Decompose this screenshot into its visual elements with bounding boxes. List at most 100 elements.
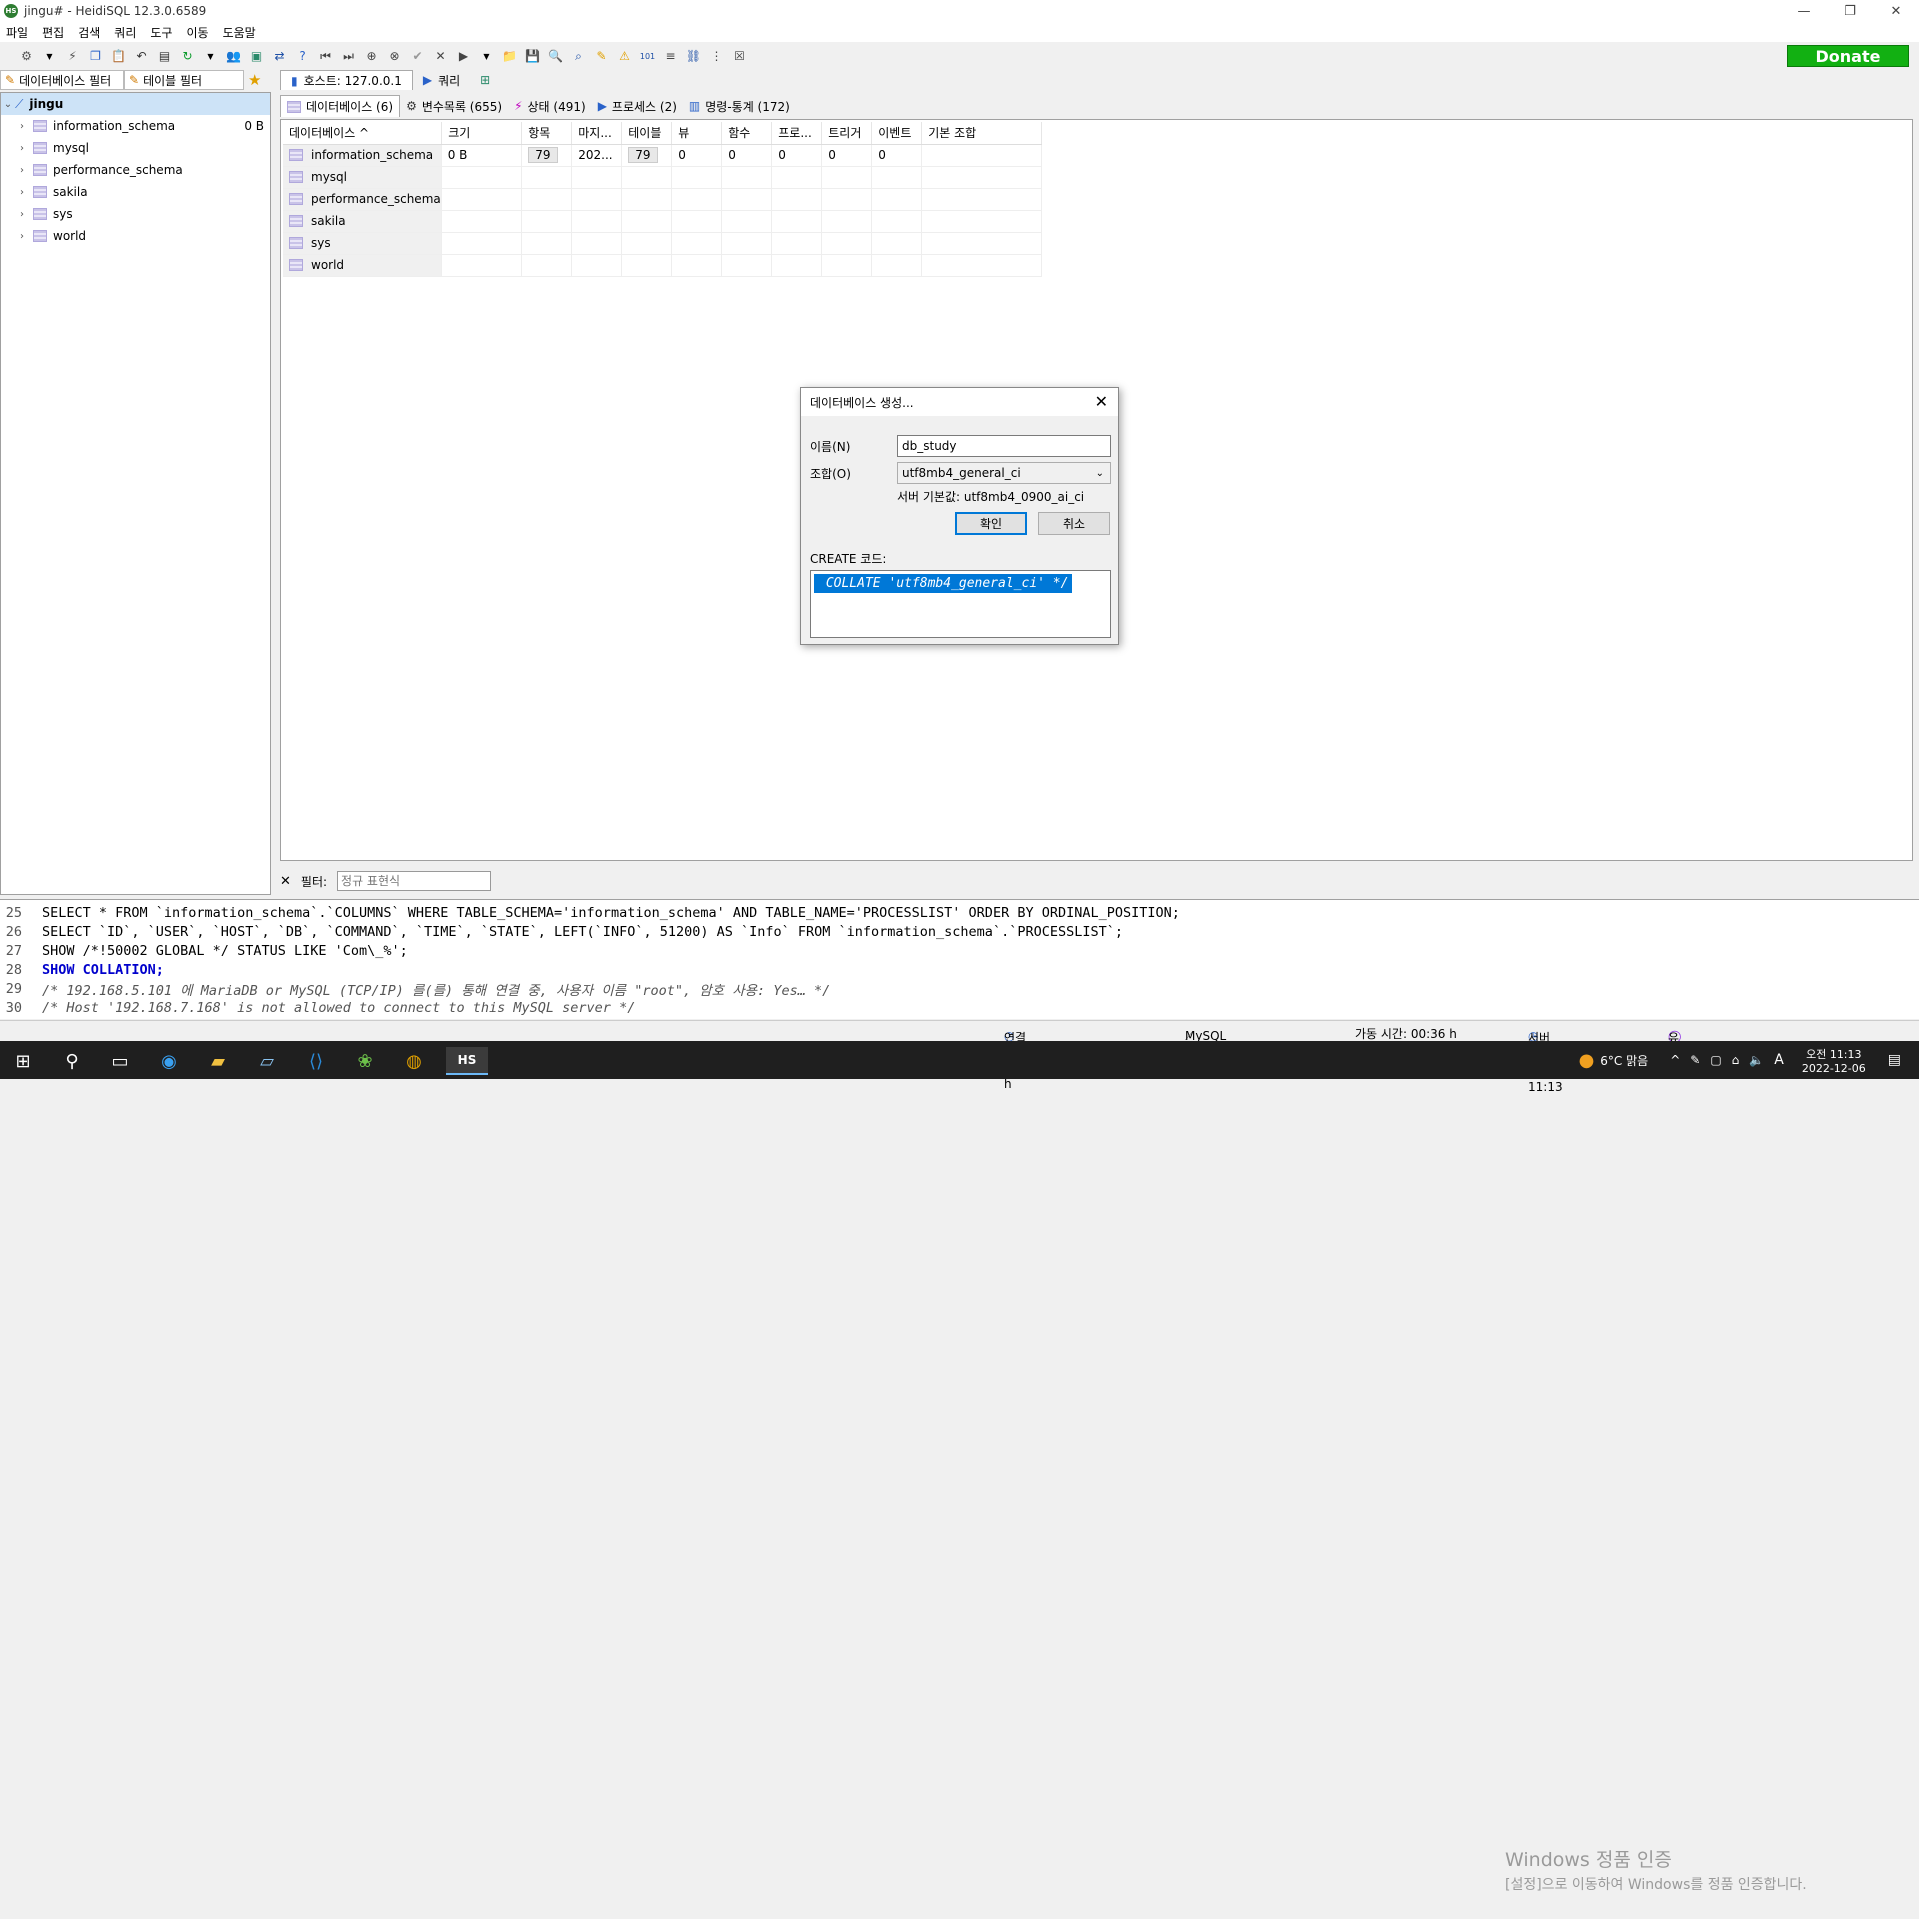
search-icon[interactable]: ⚲ [55, 1047, 89, 1075]
cancel-button[interactable]: 취소 [1038, 512, 1110, 535]
open-folder-icon[interactable]: 📁 [501, 48, 518, 65]
ime-indicator[interactable]: A [1774, 1052, 1784, 1068]
import-icon[interactable]: ▣ [248, 48, 265, 65]
binary-icon[interactable]: 101 [639, 48, 656, 65]
dropdown-arrow-icon[interactable]: ▼ [41, 48, 58, 65]
chevron-down-icon[interactable]: ⌄ [1, 99, 15, 110]
cell-views[interactable]: 0 [671, 144, 723, 167]
table-row[interactable]: sys [283, 232, 1043, 255]
menu-tools[interactable]: 도구 [150, 24, 172, 41]
col-header-items[interactable]: 항목 [521, 122, 573, 145]
cell-database[interactable]: world [283, 254, 442, 277]
disconnect-icon[interactable]: ⚡ [64, 48, 81, 65]
chevron-right-icon[interactable]: › [15, 209, 29, 220]
menu-search[interactable]: 검색 [78, 24, 100, 41]
tab-query[interactable]: ▶ 쿼리 [413, 70, 470, 90]
table-row[interactable]: performance_schema [283, 188, 1043, 211]
pen-icon[interactable]: ✎ [1690, 1053, 1700, 1067]
weather-text[interactable]: 6°C 맑음 [1600, 1052, 1648, 1069]
chrome-icon[interactable]: ◍ [397, 1047, 431, 1075]
chevron-right-icon[interactable]: › [15, 143, 29, 154]
notepad-icon[interactable]: ▱ [250, 1047, 284, 1075]
users-icon[interactable]: 👥 [225, 48, 242, 65]
col-header-size[interactable]: 크기 [441, 122, 523, 145]
col-header-procedures[interactable]: 프로... [771, 122, 823, 145]
new-query-tab-button[interactable]: ⊞ [470, 70, 500, 90]
exit-icon[interactable]: ☒ [731, 48, 748, 65]
table-row[interactable]: sakila [283, 210, 1043, 233]
dropdown-arrow-icon[interactable]: ▼ [202, 48, 219, 65]
cell-events[interactable]: 0 [871, 144, 923, 167]
meet-icon[interactable]: ▢ [1710, 1053, 1721, 1067]
sql-log[interactable]: 25 SELECT * FROM `information_schema`.`CO… [0, 899, 1919, 1919]
chevron-right-icon[interactable]: › [15, 165, 29, 176]
format-icon[interactable]: ✎ [593, 48, 610, 65]
tree-item-mysql[interactable]: › mysql [1, 137, 270, 159]
close-button[interactable]: ✕ [1873, 0, 1919, 22]
favorite-star-icon[interactable]: ★ [244, 70, 268, 90]
tree-item-world[interactable]: › world [1, 225, 270, 247]
create-code-editor[interactable]: COLLATE 'utf8mb4_general_ci' */ [810, 570, 1111, 638]
volume-icon[interactable]: 🔈 [1749, 1053, 1764, 1067]
chevron-right-icon[interactable]: › [15, 121, 29, 132]
insert-icon[interactable]: ⊕ [363, 48, 380, 65]
col-header-default-collation[interactable]: 기본 조합 [921, 122, 1043, 145]
task-view-icon[interactable]: ▭ [103, 1047, 137, 1075]
close-filter-icon[interactable]: ✕ [280, 874, 291, 889]
refresh-icon[interactable]: ↻ [179, 48, 196, 65]
restore-button[interactable]: ❐ [1827, 0, 1873, 22]
link-icon[interactable]: ⛓ [685, 48, 702, 65]
col-header-triggers[interactable]: 트리거 [821, 122, 873, 145]
transfer-icon[interactable]: ⇄ [271, 48, 288, 65]
ok-button[interactable]: 확인 [955, 512, 1027, 535]
col-header-events[interactable]: 이벤트 [871, 122, 923, 145]
col-header-views[interactable]: 뷰 [671, 122, 723, 145]
subtab-status[interactable]: ⚡ 상태 (491) [508, 95, 592, 117]
menu-query[interactable]: 쿼리 [114, 24, 136, 41]
tree-item-sys[interactable]: › sys [1, 203, 270, 225]
print-icon[interactable]: ▤ [156, 48, 173, 65]
filter-regex-input[interactable] [337, 871, 492, 891]
log-scrollbar[interactable] [1902, 1799, 1919, 1919]
copy-icon[interactable]: ❐ [87, 48, 104, 65]
file-explorer-icon[interactable]: ▰ [201, 1047, 235, 1075]
table-row[interactable]: world [283, 254, 1043, 277]
donate-button[interactable]: Donate [1787, 45, 1909, 67]
first-icon[interactable]: ⏮ [317, 48, 334, 65]
cell-database[interactable]: information_schema [283, 144, 442, 167]
cell-size[interactable]: 0 B [441, 144, 523, 167]
table-filter-input[interactable]: ✎ 테이블 필터 [124, 70, 244, 90]
menu-edit[interactable]: 편집 [42, 24, 64, 41]
cell-database[interactable]: performance_schema [283, 188, 442, 211]
minimize-button[interactable]: — [1781, 0, 1827, 22]
cell-database[interactable]: mysql [283, 166, 442, 189]
warning-icon[interactable]: ⚠ [616, 48, 633, 65]
tree-item-sakila[interactable]: › sakila [1, 181, 270, 203]
database-filter-input[interactable]: ✎ 데이터베이스 필터 [0, 70, 124, 90]
cell-default-collation[interactable] [921, 144, 1043, 167]
subtab-processes[interactable]: ▶ 프로세스 (2) [592, 95, 683, 117]
chevron-right-icon[interactable]: › [15, 231, 29, 242]
cancel-icon[interactable]: ✕ [432, 48, 449, 65]
more-icon[interactable]: ⋮ [708, 48, 725, 65]
delete-icon[interactable]: ⊗ [386, 48, 403, 65]
last-icon[interactable]: ⏭ [340, 48, 357, 65]
menu-file[interactable]: 파일 [6, 24, 28, 41]
col-header-last-modified[interactable]: 마지... [571, 122, 623, 145]
execute-icon[interactable]: ▶ [455, 48, 472, 65]
col-header-database[interactable]: 데이터베이스 ^ [283, 122, 443, 145]
table-row[interactable]: mysql [283, 166, 1043, 189]
dropdown-arrow-icon[interactable]: ▼ [478, 48, 495, 65]
clock[interactable]: 오전 11:13 2022-12-06 [1802, 1046, 1866, 1075]
replace-icon[interactable]: ⌕ [570, 48, 587, 65]
undo-icon[interactable]: ↶ [133, 48, 150, 65]
find-icon[interactable]: 🔍 [547, 48, 564, 65]
save-icon[interactable]: 💾 [524, 48, 541, 65]
cell-items[interactable]: 79 [521, 144, 573, 167]
paste-icon[interactable]: 📋 [110, 48, 127, 65]
heidisql-taskbar-icon[interactable]: HS [446, 1047, 488, 1075]
cell-tables[interactable]: 79 [621, 144, 673, 167]
database-name-field[interactable]: db_study [897, 435, 1111, 457]
start-windows-icon[interactable]: ⊞ [6, 1047, 40, 1075]
wrap-icon[interactable]: ≡ [662, 48, 679, 65]
